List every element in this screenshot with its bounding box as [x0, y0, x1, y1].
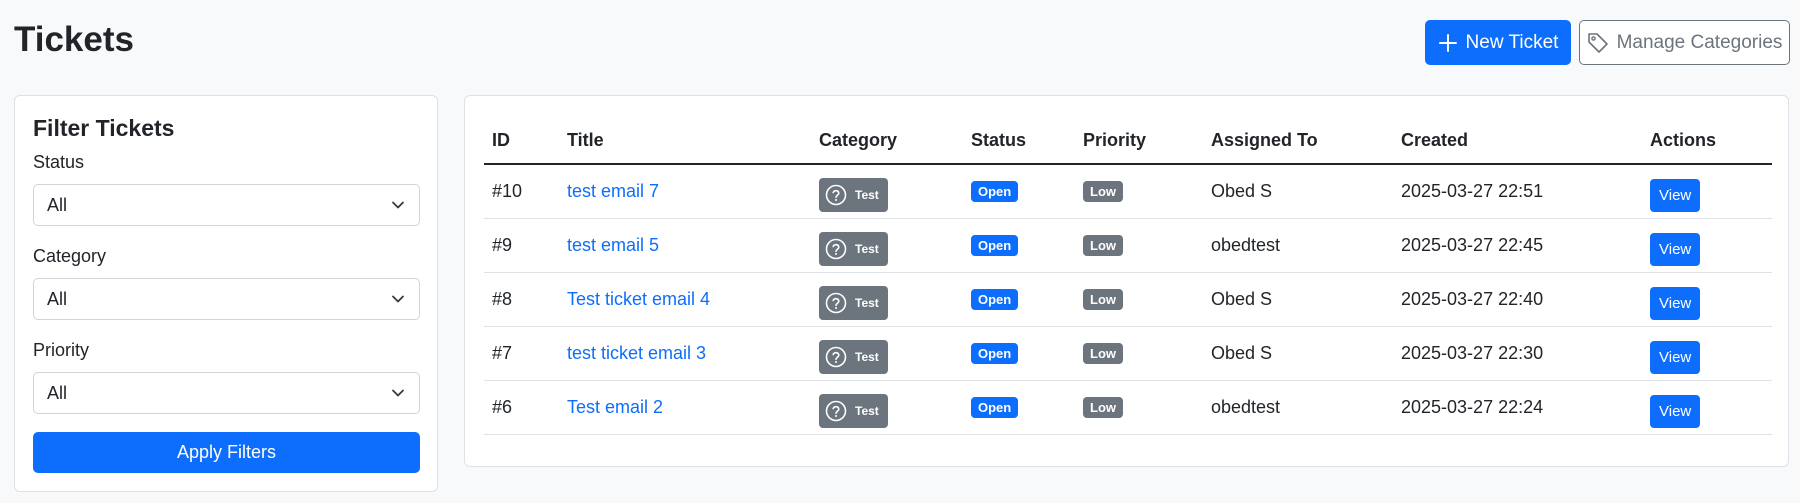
- view-button[interactable]: View: [1650, 394, 1701, 428]
- filter-title: Filter Tickets: [33, 115, 175, 141]
- status-badge: Open: [971, 397, 1019, 418]
- table-row: #6 Test email 2 Test Open Low obedtest 2…: [484, 380, 1772, 435]
- ticket-id: #6: [484, 380, 559, 435]
- category-badge-label: Test: [855, 242, 879, 256]
- chevron-down-icon: [392, 201, 404, 209]
- view-button[interactable]: View: [1650, 340, 1701, 374]
- table-row: #8 Test ticket email 4 Test Open Low Obe…: [484, 272, 1772, 327]
- question-circle-icon: [825, 292, 847, 314]
- ticket-id: #10: [484, 164, 559, 219]
- category-select[interactable]: All: [33, 278, 420, 320]
- category-badge: Test: [819, 394, 888, 428]
- created-date: 2025-03-27 22:24: [1393, 380, 1642, 435]
- ticket-id: #9: [484, 218, 559, 273]
- ticket-title-link[interactable]: test ticket email 3: [567, 343, 706, 363]
- category-badge: Test: [819, 286, 888, 320]
- tickets-table: ID Title Category Status Priority Assign…: [484, 118, 1772, 435]
- created-date: 2025-03-27 22:40: [1393, 272, 1642, 327]
- apply-filters-button[interactable]: Apply Filters: [33, 432, 420, 473]
- column-header-title: Title: [559, 118, 811, 165]
- question-circle-icon: [825, 346, 847, 368]
- column-header-created: Created: [1393, 118, 1642, 165]
- assigned-to: obedtest: [1203, 380, 1393, 435]
- tickets-table-card: ID Title Category Status Priority Assign…: [464, 95, 1789, 467]
- category-select-value: All: [47, 288, 68, 309]
- view-button[interactable]: View: [1650, 178, 1701, 212]
- new-ticket-label: New Ticket: [1465, 31, 1559, 53]
- chevron-down-icon: [392, 389, 404, 397]
- column-header-assigned-to: Assigned To: [1203, 118, 1393, 165]
- status-select-value: All: [47, 194, 68, 215]
- status-badge: Open: [971, 289, 1019, 310]
- ticket-title-link[interactable]: Test email 2: [567, 397, 663, 417]
- category-filter-label: Category: [33, 246, 107, 266]
- view-button[interactable]: View: [1650, 286, 1701, 320]
- created-date: 2025-03-27 22:45: [1393, 218, 1642, 273]
- column-header-id: ID: [484, 118, 559, 165]
- column-header-status: Status: [963, 118, 1075, 165]
- priority-badge: Low: [1083, 289, 1123, 310]
- column-header-priority: Priority: [1075, 118, 1203, 165]
- question-circle-icon: [825, 184, 847, 206]
- priority-badge: Low: [1083, 235, 1123, 256]
- ticket-title-link[interactable]: Test ticket email 4: [567, 289, 710, 309]
- table-row: #10 test email 7 Test Open Low Obed S 20…: [484, 164, 1772, 219]
- chevron-down-icon: [392, 295, 404, 303]
- status-filter-label: Status: [33, 152, 85, 172]
- new-ticket-button[interactable]: New Ticket: [1425, 20, 1571, 65]
- priority-badge: Low: [1083, 397, 1123, 418]
- tag-icon: [1587, 32, 1608, 53]
- assigned-to: Obed S: [1203, 272, 1393, 327]
- category-badge: Test: [819, 340, 888, 374]
- assigned-to: Obed S: [1203, 164, 1393, 219]
- created-date: 2025-03-27 22:30: [1393, 326, 1642, 381]
- assigned-to: obedtest: [1203, 218, 1393, 273]
- table-row: #9 test email 5 Test Open Low obedtest 2…: [484, 218, 1772, 273]
- ticket-title-link[interactable]: test email 7: [567, 181, 659, 201]
- column-header-category: Category: [811, 118, 963, 165]
- manage-categories-button[interactable]: Manage Categories: [1579, 20, 1790, 65]
- priority-badge: Low: [1083, 181, 1123, 203]
- question-circle-icon: [825, 238, 847, 260]
- question-circle-icon: [825, 400, 847, 422]
- manage-categories-label: Manage Categories: [1616, 31, 1783, 53]
- category-badge-label: Test: [855, 404, 879, 418]
- filter-card: Filter Tickets Status All Category All P…: [14, 95, 438, 492]
- status-badge: Open: [971, 343, 1019, 364]
- assigned-to: Obed S: [1203, 326, 1393, 381]
- created-date: 2025-03-27 22:51: [1393, 164, 1642, 219]
- ticket-id: #7: [484, 326, 559, 381]
- plus-icon: [1438, 33, 1457, 52]
- table-header-row: ID Title Category Status Priority Assign…: [484, 118, 1772, 165]
- category-badge: Test: [819, 178, 888, 213]
- column-header-actions: Actions: [1642, 118, 1772, 165]
- category-badge-label: Test: [855, 350, 879, 364]
- category-badge-label: Test: [855, 296, 879, 310]
- priority-filter-label: Priority: [33, 340, 90, 360]
- status-badge: Open: [971, 181, 1019, 203]
- priority-badge: Low: [1083, 343, 1123, 364]
- status-badge: Open: [971, 235, 1019, 256]
- ticket-id: #8: [484, 272, 559, 327]
- page-title: Tickets: [14, 20, 134, 59]
- view-button[interactable]: View: [1650, 232, 1701, 266]
- ticket-title-link[interactable]: test email 5: [567, 235, 659, 255]
- priority-select[interactable]: All: [33, 372, 420, 414]
- category-badge-label: Test: [855, 188, 879, 203]
- table-row: #7 test ticket email 3 Test Open Low Obe…: [484, 326, 1772, 381]
- category-badge: Test: [819, 232, 888, 266]
- status-select[interactable]: All: [33, 184, 420, 226]
- priority-select-value: All: [47, 382, 68, 403]
